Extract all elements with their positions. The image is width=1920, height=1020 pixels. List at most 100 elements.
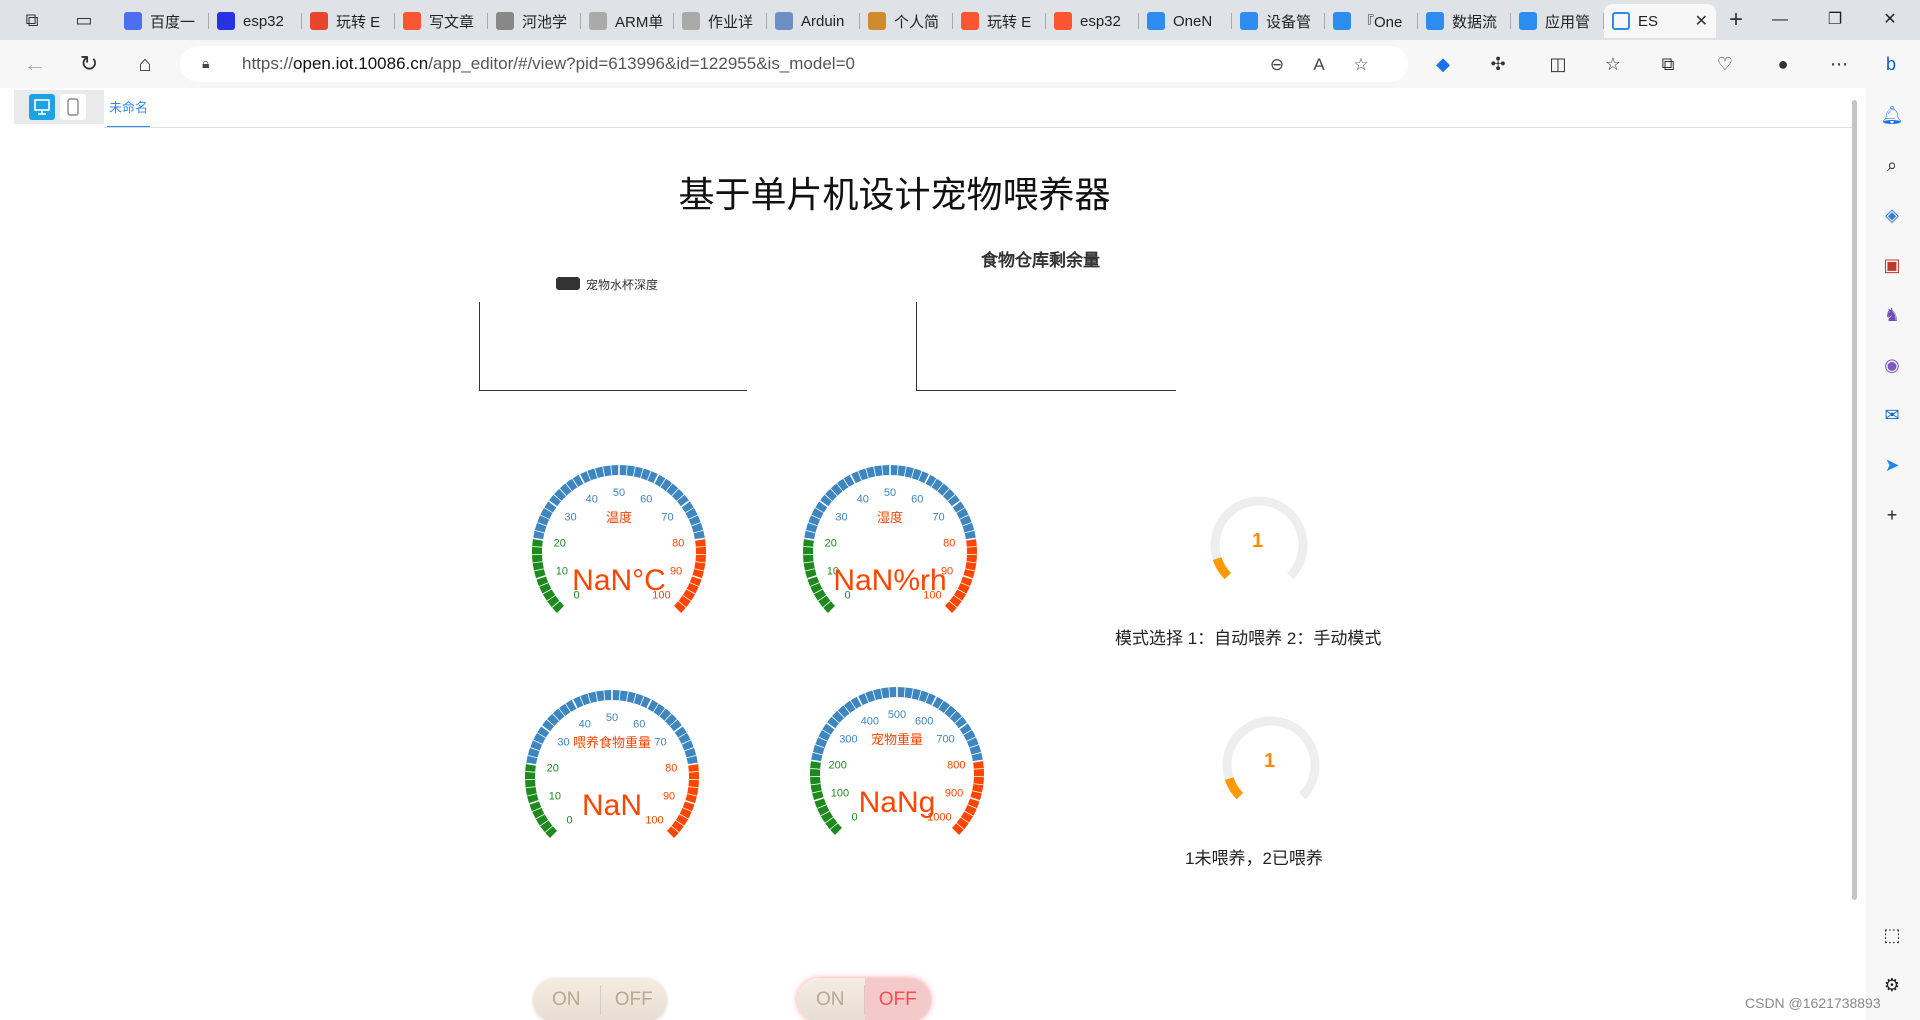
- close-window-button[interactable]: ✕: [1860, 0, 1920, 40]
- profile-icon[interactable]: ●: [1770, 52, 1796, 78]
- browser-tab[interactable]: 『One: [1325, 4, 1418, 38]
- feed-weight-gauge: 0 10 20 30 40 50 60 70 80 90 100 喂养食物重量 NaN: [512, 683, 712, 853]
- watermark: CSDN @1621738893: [1745, 995, 1881, 1011]
- url-text[interactable]: https://open.iot.10086.cn/app_editor/#/v…: [242, 46, 855, 82]
- outlook-icon[interactable]: ✉: [1879, 402, 1905, 428]
- desktop-view-button[interactable]: [29, 94, 55, 120]
- browser-tab[interactable]: esp32: [209, 4, 302, 38]
- gauge-label: 湿度: [877, 510, 903, 525]
- page-scrollbar[interactable]: [1852, 100, 1857, 900]
- monitor-icon: [34, 99, 50, 115]
- refresh-icon[interactable]: ↻: [74, 50, 104, 80]
- gauge-tick-label: 20: [547, 763, 559, 775]
- tab-title: 应用管: [1545, 13, 1591, 31]
- tab-actions-icon[interactable]: ▭: [70, 6, 98, 34]
- read-aloud-icon[interactable]: A: [1308, 55, 1330, 77]
- gauge-tick-label: 600: [915, 716, 933, 728]
- collections-icon[interactable]: ⧉: [1655, 52, 1681, 78]
- performance-icon[interactable]: ♡: [1712, 52, 1738, 78]
- browser-tab[interactable]: 数据流: [1418, 4, 1511, 38]
- games-icon[interactable]: ♞: [1879, 302, 1905, 328]
- tab-favicon-icon: [1054, 12, 1072, 30]
- tab-title: ES: [1638, 12, 1659, 30]
- switch-off-label[interactable]: OFF: [864, 978, 931, 1020]
- browser-tab[interactable]: ARM单: [581, 4, 674, 38]
- workspaces-icon[interactable]: ⧉: [18, 6, 46, 34]
- notifications-bell-icon[interactable]: 🔔︎: [1879, 102, 1905, 128]
- gauge-tick-label: 100: [831, 788, 849, 800]
- switch-on-label[interactable]: ON: [797, 989, 864, 1011]
- shopping-tag-icon[interactable]: ◈: [1879, 202, 1905, 228]
- browser-tab[interactable]: 应用管: [1511, 4, 1604, 38]
- extension-icon[interactable]: ◆: [1430, 52, 1456, 78]
- restore-button[interactable]: ❐: [1805, 0, 1865, 40]
- tab-title: 作业详: [708, 13, 754, 31]
- browser-tab[interactable]: 写文章: [395, 4, 488, 38]
- tab-favicon-icon: [868, 12, 886, 30]
- gauge-tick-label: 60: [633, 719, 645, 731]
- gauge-value: NaN: [582, 789, 642, 822]
- browser-tab[interactable]: 作业详: [674, 4, 767, 38]
- browser-tab[interactable]: 河池学: [488, 4, 581, 38]
- browser-tab-active[interactable]: ES ✕: [1604, 4, 1716, 38]
- minimize-button[interactable]: —: [1750, 0, 1810, 40]
- tab-title: 玩转 E: [336, 13, 381, 31]
- browser-tab[interactable]: Arduin: [767, 4, 860, 38]
- gauge-tick-label: 60: [911, 494, 923, 506]
- favorite-star-icon[interactable]: ☆: [1350, 55, 1372, 77]
- tab-favicon-icon: [403, 12, 421, 30]
- close-tab-icon[interactable]: ✕: [1695, 11, 1708, 31]
- tab-title: 设备管: [1266, 13, 1312, 31]
- screenshot-icon[interactable]: ⬚: [1879, 922, 1905, 948]
- more-menu-icon[interactable]: ⋯: [1826, 52, 1852, 78]
- settings-gear-icon[interactable]: ⚙: [1879, 972, 1905, 998]
- browser-tab[interactable]: OneN: [1139, 4, 1232, 38]
- browser-tab[interactable]: 百度一: [116, 4, 209, 38]
- split-screen-icon[interactable]: ◫: [1545, 52, 1571, 78]
- browser-tab[interactable]: 玩转 E: [302, 4, 395, 38]
- browser-tab[interactable]: 玩转 E: [953, 4, 1046, 38]
- tab-title: 写文章: [429, 13, 475, 31]
- switch-on-label[interactable]: ON: [533, 989, 600, 1011]
- ring-progress-arc: [1212, 556, 1232, 580]
- gauge-value: NaN°C: [572, 564, 666, 597]
- zoom-icon[interactable]: ⊖: [1266, 55, 1288, 77]
- home-icon[interactable]: ⌂: [130, 50, 160, 80]
- back-icon[interactable]: ←: [20, 50, 50, 80]
- tools-briefcase-icon[interactable]: ▣: [1879, 252, 1905, 278]
- add-sidebar-app-icon[interactable]: +: [1879, 502, 1905, 528]
- view-mode-switch: [14, 90, 104, 124]
- gauge-tick-label: 40: [586, 494, 598, 506]
- mobile-view-button[interactable]: [60, 94, 86, 120]
- extensions-puzzle-icon[interactable]: ✣: [1485, 52, 1511, 78]
- tab-strip: 百度一 esp32 玩转 E 写文章 河池学 ARM单 作业详 Arduin 个…: [116, 4, 1756, 38]
- search-icon[interactable]: ⌕: [1879, 152, 1905, 178]
- tab-favicon-icon: [1426, 12, 1444, 30]
- microsoft365-icon[interactable]: ◉: [1879, 352, 1905, 378]
- switch-toggle[interactable]: ON OFF: [797, 978, 931, 1020]
- tab-favicon-icon: [1240, 12, 1258, 30]
- url-bar[interactable]: 🔒︎ https://open.iot.10086.cn/app_editor/…: [180, 46, 1408, 82]
- ring-value: 1: [1252, 530, 1264, 552]
- gauge-band-segment: [526, 690, 698, 765]
- drop-send-icon[interactable]: ➤: [1879, 452, 1905, 478]
- browser-tab[interactable]: esp32: [1046, 4, 1139, 38]
- chart-y-axis: [479, 302, 480, 391]
- tab-favicon-icon: [682, 12, 700, 30]
- browser-tab[interactable]: 个人简: [860, 4, 953, 38]
- address-toolbar: ← ↻ ⌂ 🔒︎ https://open.iot.10086.cn/app_e…: [0, 40, 1920, 88]
- gauge-label: 温度: [606, 510, 632, 525]
- tab-favicon-icon: [217, 12, 235, 30]
- humidity-gauge: 0 10 20 30 40 50 60 70 80 90 100 湿度 NaN%rh: [790, 458, 990, 628]
- tab-title: 玩转 E: [987, 13, 1032, 31]
- tab-unnamed[interactable]: 未命名: [107, 88, 151, 128]
- copilot-icon[interactable]: b: [1878, 52, 1904, 78]
- browser-tab[interactable]: 设备管: [1232, 4, 1325, 38]
- favorites-icon[interactable]: ☆: [1600, 52, 1626, 78]
- gauge-tick-label: 80: [665, 763, 677, 775]
- tab-favicon-icon: [310, 12, 328, 30]
- switch-off-label[interactable]: OFF: [601, 989, 668, 1011]
- switch-toggle[interactable]: ON OFF: [533, 978, 667, 1020]
- gauge-value: NaNg: [859, 786, 936, 819]
- tab-title: 数据流: [1452, 13, 1498, 31]
